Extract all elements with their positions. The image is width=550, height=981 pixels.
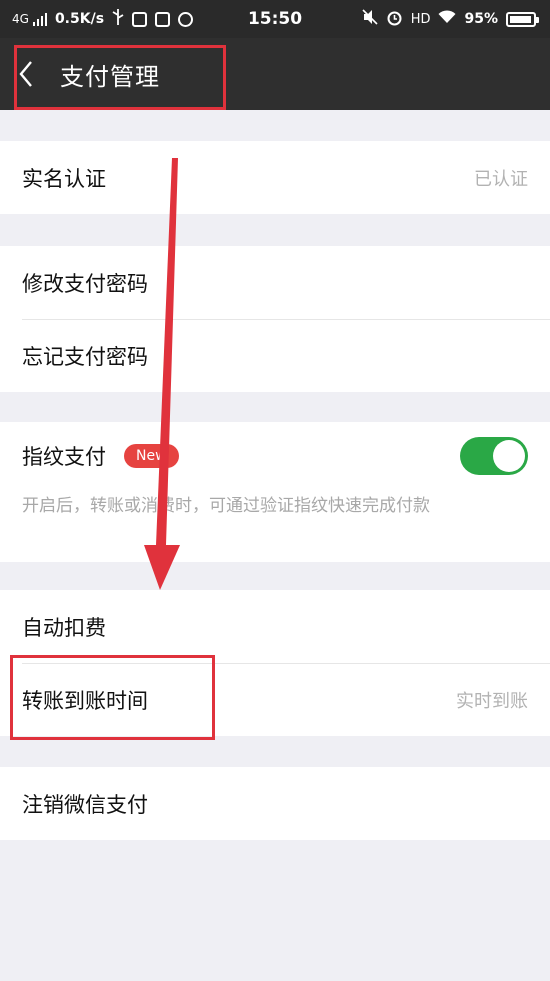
fingerprint-label-wrap: 指纹支付 New <box>22 441 179 471</box>
hd-indicator: HD <box>410 11 431 27</box>
row-forgot-pay-password[interactable]: 忘记支付密码 <box>0 319 550 392</box>
group-identity: 实名认证 已认证 <box>0 141 550 214</box>
row-value: 实时到账 <box>456 690 528 712</box>
network-type: 4G <box>12 12 29 26</box>
toggle-knob <box>493 440 525 472</box>
row-label: 修改支付密码 <box>22 271 148 296</box>
new-badge: New <box>124 444 179 468</box>
row-change-pay-password[interactable]: 修改支付密码 <box>0 246 550 319</box>
title-bar: 支付管理 <box>0 38 550 110</box>
row-real-name-auth[interactable]: 实名认证 已认证 <box>0 141 550 214</box>
fingerprint-toggle[interactable] <box>460 437 528 475</box>
row-label: 忘记支付密码 <box>22 344 148 369</box>
wifi-icon <box>438 10 456 28</box>
fingerprint-description: 开启后，转账或消费时，可通过验证指纹快速完成付款 <box>22 496 430 516</box>
battery-percent: 95% <box>464 11 498 27</box>
chevron-left-icon[interactable] <box>18 59 42 89</box>
notification-icon <box>132 11 148 27</box>
signal-icon <box>32 13 47 26</box>
row-auto-deduction[interactable]: 自动扣费 <box>0 590 550 663</box>
row-label: 实名认证 <box>22 166 106 191</box>
group-cancel: 注销微信支付 <box>0 767 550 840</box>
row-cancel-wechat-pay[interactable]: 注销微信支付 <box>0 767 550 840</box>
mute-icon <box>362 9 378 29</box>
row-fingerprint-pay: 指纹支付 New <box>0 422 550 490</box>
row-value: 已认证 <box>474 168 528 190</box>
row-label: 自动扣费 <box>22 615 106 640</box>
screenshot-icon <box>155 11 171 27</box>
row-label: 注销微信支付 <box>22 792 148 817</box>
row-label: 转账到账时间 <box>22 688 148 713</box>
usb-icon <box>112 9 124 29</box>
network-speed: 0.5K/s <box>54 11 105 27</box>
qq-icon <box>178 11 194 27</box>
group-fingerprint: 指纹支付 New 开启后，转账或消费时，可通过验证指纹快速完成付款 <box>0 422 550 562</box>
signal-indicator: 4G <box>12 12 47 26</box>
group-password: 修改支付密码 忘记支付密码 <box>0 246 550 392</box>
page-title: 支付管理 <box>60 62 160 91</box>
status-right: HD 95% <box>362 9 539 30</box>
row-label: 指纹支付 <box>22 445 106 469</box>
alarm-icon <box>386 9 403 30</box>
status-left: 4G 0.5K/s <box>12 9 194 29</box>
status-bar: 4G 0.5K/s HD 95% 15:50 <box>0 0 550 38</box>
battery-icon <box>506 11 539 27</box>
row-transfer-arrival-time[interactable]: 转账到账时间 实时到账 <box>0 663 550 736</box>
group-deduction: 自动扣费 转账到账时间 实时到账 <box>0 590 550 736</box>
